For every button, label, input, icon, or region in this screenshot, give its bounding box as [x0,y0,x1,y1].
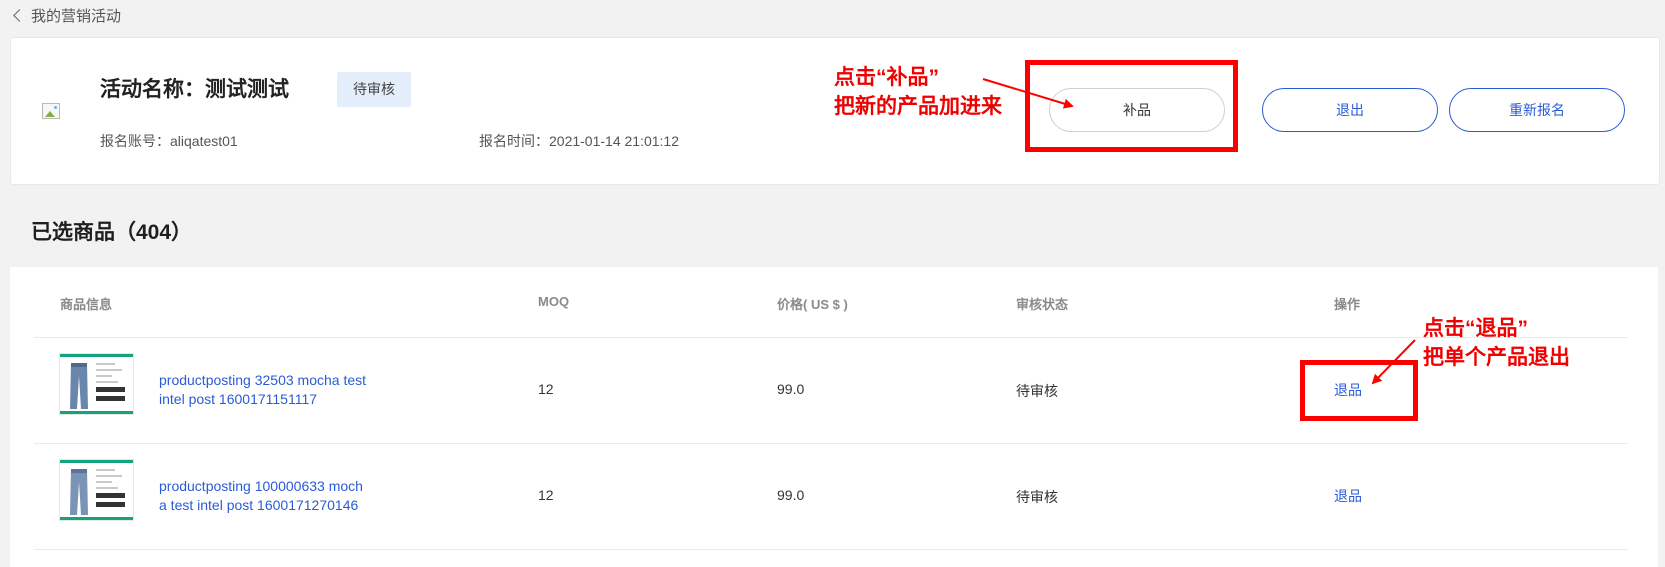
product-name-link[interactable]: productposting 100000633 moch a test int… [159,477,391,515]
jeans-image [70,363,88,409]
price-value: 99.0 [777,487,805,503]
remove-highlight-box [1300,360,1418,421]
review-status-value: 待审核 [1016,489,1058,505]
column-header-moq: MOQ [538,294,570,309]
moq-value: 12 [538,487,554,503]
registration-account: 报名账号：aliqatest01 [100,133,238,149]
chevron-left-icon [13,8,26,22]
column-header-action: 操作 [1334,297,1361,312]
back-link[interactable]: 我的营销活动 [12,5,121,25]
exit-button[interactable]: 退出 [1262,88,1438,132]
registration-time: 报名时间：2021-01-14 21:01:12 [479,133,679,149]
replenish-annotation: 点击“补品” 把新的产品加进来 [834,66,1002,118]
broken-image-icon [42,103,60,119]
row-divider [34,443,1628,444]
product-thumbnail[interactable] [59,459,134,521]
remove-product-link[interactable]: 退品 [1334,486,1362,506]
row-divider [34,337,1628,338]
review-status-value: 待审核 [1016,383,1058,399]
column-header-price: 价格( US $ ) [777,297,848,312]
column-header-product-info: 商品信息 [60,297,113,312]
price-value: 99.0 [777,381,805,397]
column-header-review-status: 审核状态 [1016,297,1069,312]
selected-products-title: 已选商品（404） [31,221,193,244]
reapply-button[interactable]: 重新报名 [1449,88,1625,132]
moq-value: 12 [538,381,554,397]
remove-annotation: 点击“退品” 把单个产品退出 [1423,317,1570,369]
product-thumbnail[interactable] [59,353,134,415]
back-link-label: 我的营销活动 [31,7,122,25]
replenish-highlight-box [1025,60,1238,152]
activity-title: 活动名称：测试测试 [100,78,289,101]
product-name-link[interactable]: productposting 32503 mocha test intel po… [159,371,391,409]
row-divider [34,549,1628,550]
product-spec-sheet [96,363,128,407]
product-spec-sheet [96,469,128,513]
status-badge: 待审核 [337,72,411,107]
jeans-image [70,469,88,515]
